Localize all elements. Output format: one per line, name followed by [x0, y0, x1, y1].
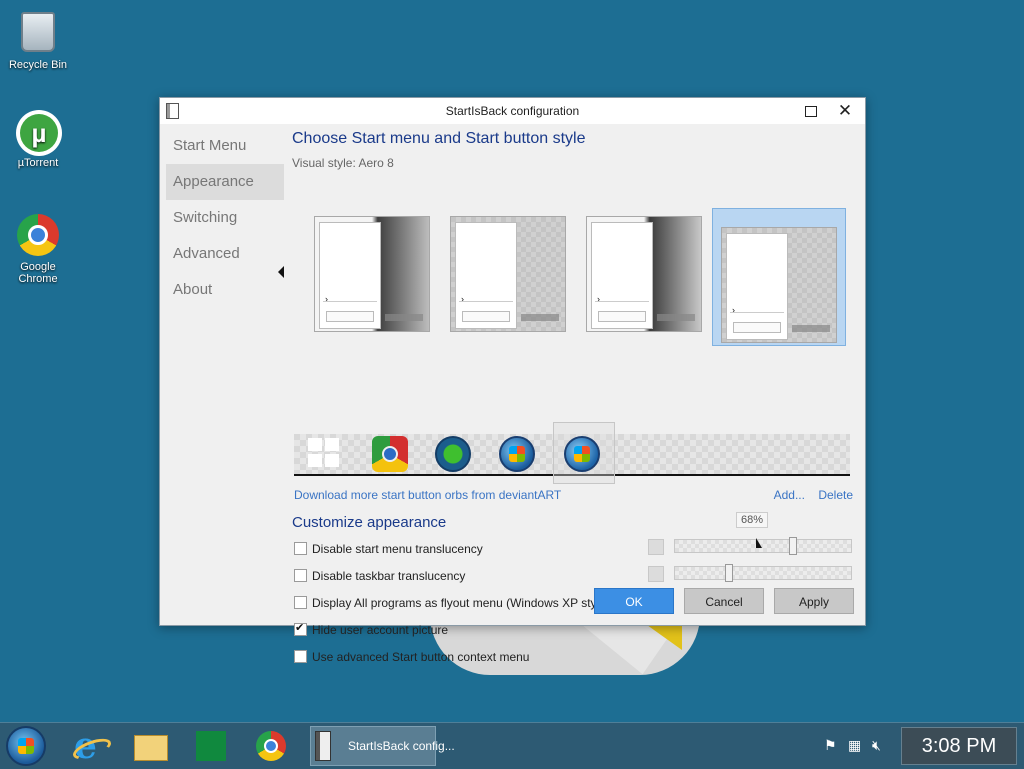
start-menu-color-swatch[interactable]: [648, 539, 664, 555]
taskbar-app-label: StartIsBack config...: [348, 739, 455, 753]
taskbar-app-startisback[interactable]: StartIsBack config...: [310, 726, 455, 766]
scroll-left-icon[interactable]: [278, 266, 284, 278]
desktop-icon-label: Recycle Bin: [8, 59, 68, 71]
option-label: Disable start menu translucency: [312, 542, 483, 556]
main-panel: Choose Start menu and Start button style…: [278, 128, 853, 664]
chrome-taskbar-icon[interactable]: [248, 727, 296, 765]
option-disable-taskbar-translucency[interactable]: Disable taskbar translucency: [294, 569, 465, 583]
option-label: Hide user account picture: [312, 623, 449, 637]
checkbox[interactable]: [294, 569, 307, 582]
checkbox[interactable]: [294, 650, 307, 663]
volume-muted-icon[interactable]: 🔇︎: [872, 737, 881, 754]
chrome-icon: [16, 214, 60, 258]
mouse-cursor-icon: [756, 538, 762, 548]
file-explorer-icon[interactable]: [128, 727, 176, 765]
desktop-icon-label: Google Chrome: [18, 261, 58, 285]
chrome-orb-icon[interactable]: [372, 436, 408, 472]
recycle-bin-icon: [16, 12, 60, 56]
utorrent-icon: µ: [16, 110, 62, 156]
visual-style-row: Visual style: Aero 8: [292, 156, 853, 170]
title-bar[interactable]: StartIsBack configuration ✕: [160, 98, 865, 124]
config-window: StartIsBack configuration ✕ Start Menu A…: [159, 97, 866, 664]
clover-orb-icon[interactable]: [435, 436, 471, 472]
desktop-icon-utorrent[interactable]: µ µTorrent: [0, 110, 76, 169]
option-advanced-context-menu[interactable]: Use advanced Start button context menu: [294, 650, 529, 664]
style-thumbnail[interactable]: ›: [314, 216, 430, 332]
window-title: StartIsBack configuration: [445, 104, 580, 118]
checkbox-checked[interactable]: [294, 621, 307, 636]
store-icon[interactable]: [190, 727, 238, 765]
sidebar-item-switching[interactable]: Switching: [166, 200, 284, 236]
sidebar-item-advanced[interactable]: Advanced: [166, 236, 284, 272]
network-icon[interactable]: ▦: [848, 737, 861, 754]
delete-orb-link[interactable]: Delete: [818, 488, 853, 502]
slider-thumb[interactable]: [789, 537, 797, 555]
sidebar-nav: Start Menu Appearance Switching Advanced…: [166, 128, 284, 308]
apply-button[interactable]: Apply: [774, 588, 854, 614]
orb-links-row: Download more start button orbs from dev…: [294, 488, 853, 502]
visual-style-label: Visual style:: [292, 156, 356, 170]
action-center-flag-icon[interactable]: ⚑: [824, 737, 837, 754]
taskbar: StartIsBack config... ⚑ ▦ 🔇︎ 3:08 PM: [0, 722, 1024, 769]
download-orbs-link[interactable]: Download more start button orbs from dev…: [294, 488, 561, 502]
style-thumbnails: › › › ›: [278, 208, 852, 346]
style-thumbnail-selected[interactable]: ›: [712, 208, 846, 346]
ok-button[interactable]: OK: [594, 588, 674, 614]
start-orb-strip: [294, 422, 850, 484]
clock[interactable]: 3:08 PM: [901, 727, 1017, 765]
desktop-icon-recycle-bin[interactable]: Recycle Bin: [0, 8, 76, 71]
windows7-orb-icon[interactable]: [499, 436, 535, 472]
option-label: Disable taskbar translucency: [312, 569, 466, 583]
visual-style-value: Aero 8: [358, 156, 394, 170]
slider-tooltip: 68%: [736, 512, 769, 528]
start-menu-translucency-slider[interactable]: [674, 537, 852, 555]
checkbox[interactable]: [294, 542, 307, 555]
customize-heading: Customize appearance: [292, 514, 447, 531]
windows-logo-icon: [18, 738, 34, 754]
desktop-icon-label: µTorrent: [17, 157, 59, 169]
startisback-icon: [315, 731, 331, 761]
style-thumbnail[interactable]: ›: [450, 216, 566, 332]
cancel-button[interactable]: Cancel: [684, 588, 764, 614]
option-disable-start-menu-translucency[interactable]: Disable start menu translucency: [294, 542, 483, 556]
page-title: Choose Start menu and Start button style: [292, 130, 586, 147]
add-orb-link[interactable]: Add...: [774, 488, 805, 502]
windows7-orb-selected-icon[interactable]: [564, 436, 600, 472]
sidebar-item-about[interactable]: About: [166, 272, 284, 308]
taskbar-translucency-slider[interactable]: [674, 564, 852, 582]
maximize-icon[interactable]: [795, 98, 827, 124]
option-label: Display All programs as flyout menu (Win…: [312, 596, 610, 610]
checkbox[interactable]: [294, 596, 307, 609]
close-icon[interactable]: ✕: [829, 98, 861, 124]
taskbar-color-swatch[interactable]: [648, 566, 664, 582]
internet-explorer-icon[interactable]: [66, 725, 114, 767]
style-thumbnail[interactable]: ›: [586, 216, 702, 332]
option-label: Use advanced Start button context menu: [312, 650, 530, 664]
start-button[interactable]: [6, 726, 46, 766]
desktop-icon-google-chrome[interactable]: Google Chrome: [0, 214, 76, 285]
windows8-orb-icon[interactable]: [308, 438, 340, 468]
option-hide-user-picture[interactable]: Hide user account picture: [294, 621, 449, 637]
sidebar-item-appearance[interactable]: Appearance: [166, 164, 284, 200]
option-flyout-all-programs[interactable]: Display All programs as flyout menu (Win…: [294, 596, 610, 610]
sidebar-item-start-menu[interactable]: Start Menu: [166, 128, 284, 164]
slider-thumb[interactable]: [725, 564, 733, 582]
